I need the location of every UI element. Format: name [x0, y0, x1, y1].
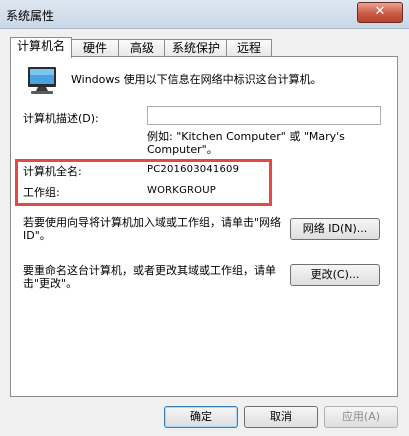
window-title: 系统属性 [6, 9, 55, 23]
apply-button[interactable]: 应用(A) [324, 406, 398, 428]
tab-hardware[interactable]: 硬件 [70, 39, 120, 57]
workgroup-value: WORKGROUP [147, 185, 216, 196]
network-id-text: 若要使用向导将计算机加入域或工作组，请单击"网络 ID"。 [23, 216, 282, 242]
title-bar: 系统属性 ✕ [0, 0, 409, 29]
description-input[interactable] [147, 106, 381, 125]
tab-computer-name[interactable]: 计算机名 [10, 37, 72, 58]
network-id-button[interactable]: 网络 ID(N)... [290, 218, 380, 240]
change-button[interactable]: 更改(C)... [290, 264, 380, 286]
intro-text: Windows 使用以下信息在网络中标识这台计算机。 [71, 73, 322, 86]
computer-icon [28, 67, 56, 94]
tab-remote[interactable]: 远程 [226, 39, 272, 57]
rename-text: 要重命名这台计算机，或者更改其域或工作组，请单击"更改"。 [23, 264, 276, 290]
description-label: 计算机描述(D): [23, 112, 99, 125]
close-button[interactable]: ✕ [357, 2, 403, 23]
tab-system-protection[interactable]: 系统保护 [164, 39, 228, 57]
example-text: 例如: "Kitchen Computer" 或 "Mary's Compute… [147, 130, 345, 156]
computer-name-panel: Windows 使用以下信息在网络中标识这台计算机。 计算机描述(D): 例如:… [10, 56, 398, 397]
ok-button[interactable]: 确定 [164, 406, 238, 428]
full-name-value: PC201603041609 [147, 164, 240, 175]
workgroup-label: 工作组: [23, 186, 60, 199]
cancel-button[interactable]: 取消 [244, 406, 318, 428]
full-name-label: 计算机全名: [23, 165, 82, 178]
tab-advanced[interactable]: 高级 [118, 39, 166, 57]
